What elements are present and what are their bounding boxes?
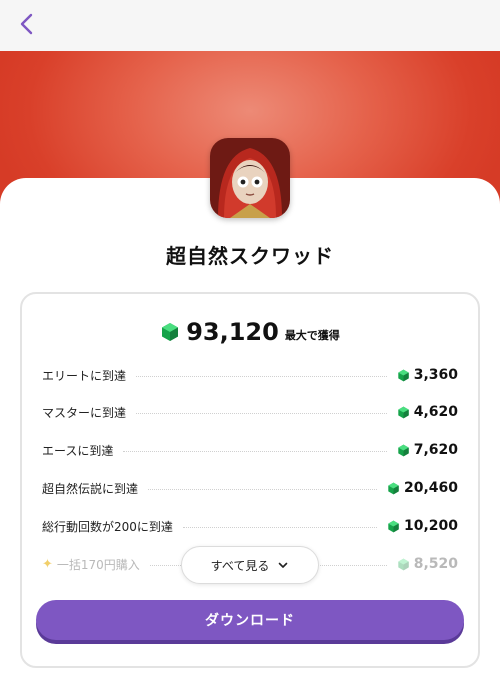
mission-label: エリートに到達: [42, 368, 127, 383]
mission-row: エリートに到達 3,360: [42, 364, 458, 386]
mission-row: エースに到達 7,620: [42, 439, 458, 461]
mission-row: 総行動回数が200に到達 10,200: [42, 515, 458, 537]
green-gem-icon: [388, 520, 399, 532]
see-all-button[interactable]: すべて見る: [181, 546, 319, 584]
chevron-down-icon: [279, 562, 288, 568]
dotted-leader: [123, 450, 387, 452]
green-gem-icon: [388, 482, 399, 494]
mission-label: マスターに到達: [42, 405, 127, 420]
mission-label: 総行動回数が200に到達: [42, 519, 173, 534]
mission-value: 20,460: [403, 480, 458, 496]
mission-row: 超自然伝説に到達 20,460: [42, 477, 458, 499]
sparkle-icon: ✦: [42, 556, 53, 572]
mission-value: 4,620: [413, 404, 458, 420]
mission-label: 一括170円購入: [56, 557, 140, 572]
total-reward-caption: 最大で獲得: [284, 329, 340, 342]
mission-value: 7,620: [413, 442, 458, 458]
mission-row: マスターに到達 4,620: [42, 401, 458, 423]
download-label: ダウンロード: [205, 613, 295, 629]
app-title: 超自然スクワッド: [166, 244, 334, 268]
chevron-left-icon[interactable]: [16, 12, 40, 36]
green-gem-icon: [398, 406, 409, 418]
mission-label: エースに到達: [42, 443, 114, 458]
mission-label: 超自然伝説に到達: [42, 481, 139, 496]
dotted-leader: [182, 526, 377, 528]
green-gem-icon: [398, 369, 409, 381]
see-all-label: すべて見る: [210, 558, 270, 573]
green-gem-icon: [162, 323, 179, 341]
green-gem-icon: [398, 558, 409, 570]
download-button[interactable]: ダウンロード: [36, 600, 464, 640]
total-reward-value: 93,120: [186, 318, 279, 346]
game-app-icon: [210, 138, 290, 218]
mission-value: 3,360: [413, 367, 458, 383]
mission-value: 10,200: [403, 518, 458, 534]
dotted-leader: [136, 375, 387, 377]
total-reward: 93,120 最大で獲得: [0, 318, 500, 346]
dotted-leader: [148, 488, 377, 490]
dotted-leader: [136, 412, 387, 414]
mission-value: 8,520: [413, 556, 458, 572]
green-gem-icon: [398, 444, 409, 456]
top-bar: [0, 0, 500, 51]
